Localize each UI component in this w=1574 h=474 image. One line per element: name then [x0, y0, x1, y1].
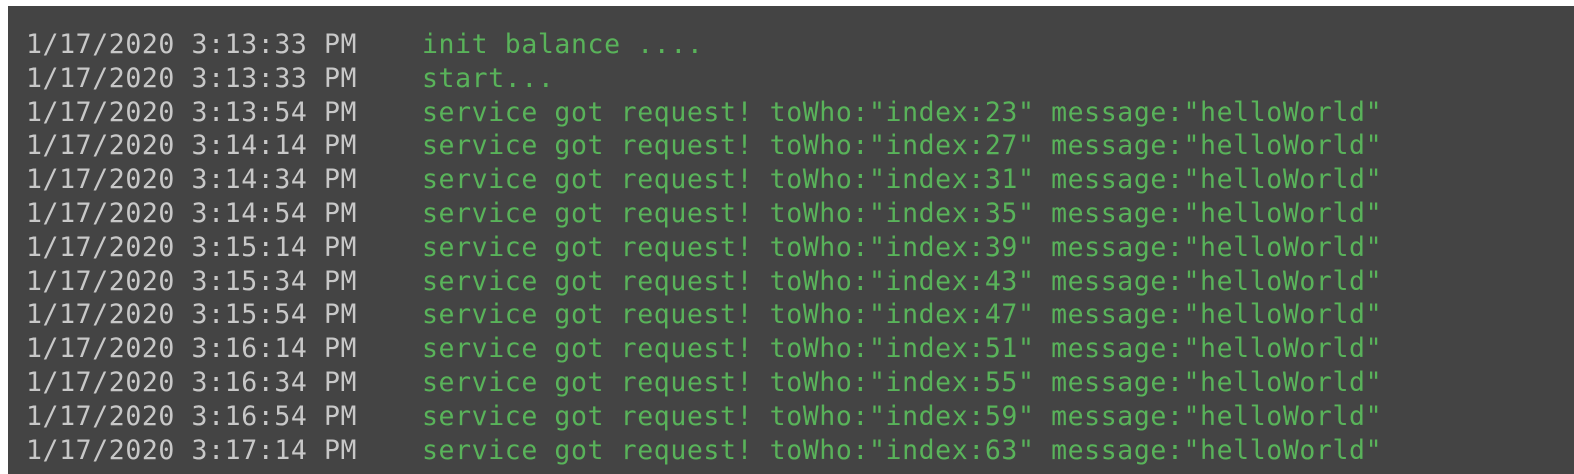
log-message: service got request! toWho:"index:27" me…: [422, 130, 1383, 162]
log-line: 1/17/2020 3:16:14 PM service got request!…: [26, 332, 1382, 366]
log-line: 1/17/2020 3:16:34 PM service got request!…: [26, 366, 1382, 400]
log-message: service got request! toWho:"index:51" me…: [422, 333, 1383, 365]
log-line: 1/17/2020 3:17:14 PM service got request!…: [26, 434, 1382, 468]
log-timestamp: 1/17/2020 3:15:54 PM: [26, 299, 358, 331]
log-line: 1/17/2020 3:13:54 PM service got request!…: [26, 96, 1382, 130]
log-message: start...: [422, 62, 555, 94]
log-timestamp: 1/17/2020 3:14:14 PM: [26, 130, 358, 162]
log-message: service got request! toWho:"index:31" me…: [422, 164, 1383, 196]
log-timestamp: 1/17/2020 3:16:54 PM: [26, 400, 358, 432]
log-list: 1/17/2020 3:13:33 PM init balance .... 1/…: [26, 28, 1382, 467]
log-timestamp: 1/17/2020 3:16:34 PM: [26, 366, 358, 398]
log-message: service got request! toWho:"index:59" me…: [422, 400, 1383, 432]
log-line: 1/17/2020 3:15:54 PM service got request!…: [26, 298, 1382, 332]
log-line: 1/17/2020 3:15:34 PM service got request!…: [26, 265, 1382, 299]
log-message: service got request! toWho:"index:55" me…: [422, 366, 1383, 398]
log-timestamp: 1/17/2020 3:14:34 PM: [26, 164, 358, 196]
log-message: service got request! toWho:"index:23" me…: [422, 96, 1383, 128]
log-message: service got request! toWho:"index:63" me…: [422, 434, 1383, 466]
log-line: 1/17/2020 3:16:54 PM service got request!…: [26, 400, 1382, 434]
log-timestamp: 1/17/2020 3:15:34 PM: [26, 265, 358, 297]
log-line: 1/17/2020 3:13:33 PM init balance ....: [26, 28, 1382, 62]
log-timestamp: 1/17/2020 3:17:14 PM: [26, 434, 358, 466]
log-line: 1/17/2020 3:14:14 PM service got request!…: [26, 129, 1382, 163]
log-line: 1/17/2020 3:14:54 PM service got request!…: [26, 197, 1382, 231]
log-timestamp: 1/17/2020 3:13:33 PM: [26, 29, 358, 60]
log-message: service got request! toWho:"index:43" me…: [422, 265, 1383, 297]
log-line: 1/17/2020 3:13:33 PM start...: [26, 62, 1382, 96]
log-message: service got request! toWho:"index:35" me…: [422, 197, 1383, 229]
log-timestamp: 1/17/2020 3:16:14 PM: [26, 333, 358, 365]
log-timestamp: 1/17/2020 3:14:54 PM: [26, 197, 358, 229]
log-message: init balance ....: [422, 29, 704, 60]
log-message: service got request! toWho:"index:39" me…: [422, 231, 1383, 263]
terminal-output-panel: 1/17/2020 3:13:33 PM init balance .... 1/…: [8, 6, 1574, 474]
log-line: 1/17/2020 3:14:34 PM service got request!…: [26, 163, 1382, 197]
log-timestamp: 1/17/2020 3:15:14 PM: [26, 231, 358, 263]
log-timestamp: 1/17/2020 3:13:33 PM: [26, 62, 358, 94]
log-timestamp: 1/17/2020 3:13:54 PM: [26, 96, 358, 128]
log-message: service got request! toWho:"index:47" me…: [422, 299, 1383, 331]
log-line: 1/17/2020 3:15:14 PM service got request!…: [26, 231, 1382, 265]
